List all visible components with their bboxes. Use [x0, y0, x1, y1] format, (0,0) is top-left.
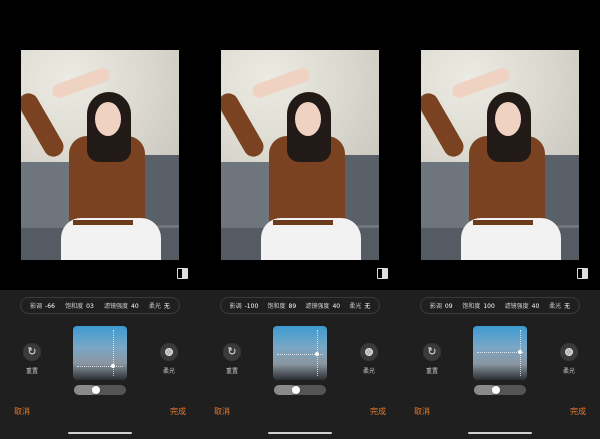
- reset-button[interactable]: ↻: [423, 343, 441, 361]
- param-saturation: 饱和度 89: [267, 303, 297, 310]
- done-button[interactable]: 完成: [370, 406, 386, 417]
- home-indicator: [268, 432, 332, 434]
- param-summary: 影调 -100 饱和度 89 滤镜强度 40 柔光无: [220, 297, 380, 314]
- soft-light-button[interactable]: [560, 343, 578, 361]
- editor-panel-3: 影调 09 饱和度 100 滤镜强度 40 柔光无 ↻ 重置 柔光 取消 完成: [400, 0, 600, 439]
- reset-label: 重置: [225, 368, 238, 375]
- editor-panel-2: 影调 -100 饱和度 89 滤镜强度 40 柔光无 ↻ 重置 柔光 取消 完成: [200, 0, 400, 439]
- soft-light-icon: [565, 348, 573, 356]
- slider-thumb[interactable]: [292, 386, 300, 394]
- reset-icon: ↻: [227, 345, 237, 358]
- param-soft-light: 柔光无: [549, 303, 571, 310]
- editor-panel-1: 影调 -66 饱和度 03 滤镜强度 40 柔光无 ↻ 重置 柔光 取消 完成: [0, 0, 200, 439]
- slider-thumb[interactable]: [492, 386, 500, 394]
- filter-strength-slider[interactable]: [74, 385, 126, 395]
- home-indicator: [468, 432, 532, 434]
- pad-knob[interactable]: [518, 350, 522, 354]
- param-saturation: 饱和度 03: [65, 303, 94, 310]
- param-tone: 影调 09: [429, 303, 453, 310]
- cancel-button[interactable]: 取消: [414, 406, 430, 417]
- soft-light-icon: [365, 348, 373, 356]
- soft-light-label: 柔光: [162, 368, 175, 375]
- reset-label: 重置: [25, 368, 38, 375]
- soft-light-label: 柔光: [562, 368, 575, 375]
- tone-saturation-pad[interactable]: [473, 326, 527, 380]
- reset-icon: ↻: [27, 345, 37, 358]
- soft-light-icon: [165, 348, 173, 356]
- soft-light-label: 柔光: [362, 368, 375, 375]
- compare-icon[interactable]: [577, 268, 588, 279]
- done-button[interactable]: 完成: [570, 406, 586, 417]
- photo-preview: [221, 50, 379, 260]
- reset-button[interactable]: ↻: [23, 343, 41, 361]
- photo-preview: [21, 50, 179, 260]
- compare-icon[interactable]: [177, 268, 188, 279]
- param-summary: 影调 -66 饱和度 03 滤镜强度 40 柔光无: [20, 297, 180, 314]
- param-soft-light: 柔光无: [349, 303, 371, 310]
- cancel-button[interactable]: 取消: [14, 406, 30, 417]
- tone-saturation-pad[interactable]: [73, 326, 127, 380]
- filter-strength-slider[interactable]: [474, 385, 526, 395]
- pad-knob[interactable]: [315, 352, 319, 356]
- reset-label: 重置: [425, 368, 438, 375]
- param-summary: 影调 09 饱和度 100 滤镜强度 40 柔光无: [420, 297, 580, 314]
- param-filter-strength: 滤镜强度 40: [305, 303, 341, 310]
- reset-icon: ↻: [427, 345, 437, 358]
- soft-light-button[interactable]: [360, 343, 378, 361]
- cancel-button[interactable]: 取消: [214, 406, 230, 417]
- reset-button[interactable]: ↻: [223, 343, 241, 361]
- done-button[interactable]: 完成: [170, 406, 186, 417]
- soft-light-button[interactable]: [160, 343, 178, 361]
- slider-thumb[interactable]: [92, 386, 100, 394]
- filter-strength-slider[interactable]: [274, 385, 326, 395]
- compare-icon[interactable]: [377, 268, 388, 279]
- param-saturation: 饱和度 100: [462, 303, 495, 310]
- param-filter-strength: 滤镜强度 40: [103, 303, 139, 310]
- param-filter-strength: 滤镜强度 40: [504, 303, 540, 310]
- param-tone: 影调 -100: [229, 303, 259, 310]
- tone-saturation-pad[interactable]: [273, 326, 327, 380]
- param-soft-light: 柔光无: [148, 303, 170, 310]
- home-indicator: [68, 432, 132, 434]
- pad-knob[interactable]: [111, 364, 115, 368]
- photo-preview: [421, 50, 579, 260]
- param-tone: 影调 -66: [30, 303, 55, 310]
